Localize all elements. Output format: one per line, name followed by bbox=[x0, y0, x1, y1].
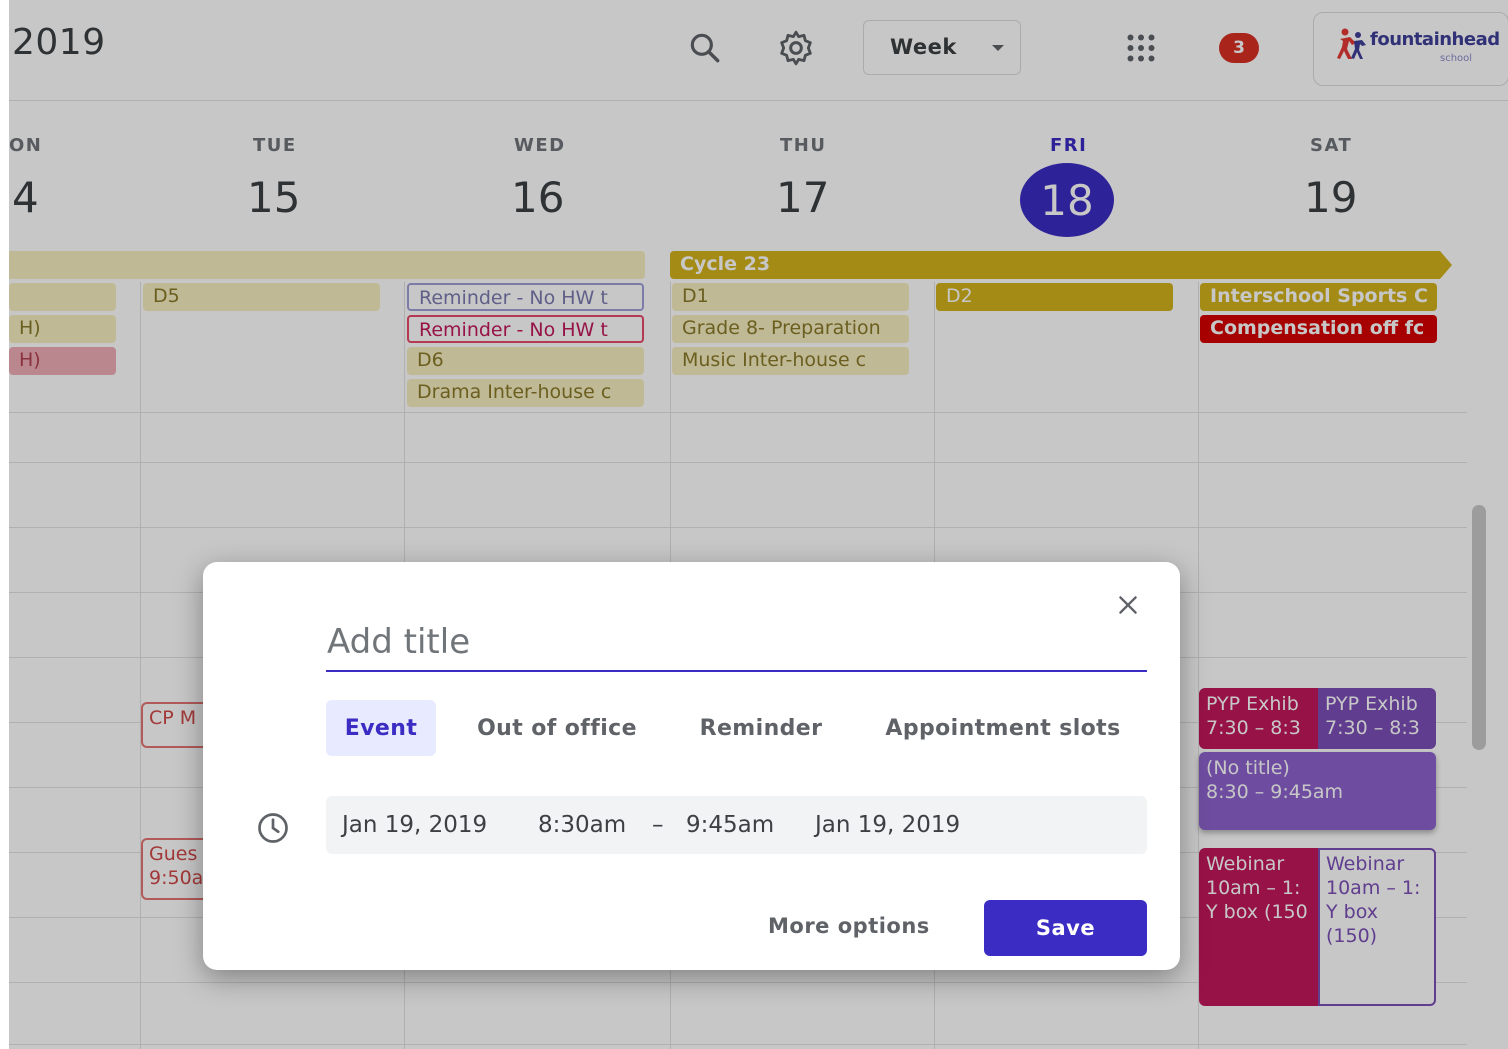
more-options-button[interactable]: More options bbox=[768, 914, 930, 938]
start-date-field[interactable]: Jan 19, 2019 bbox=[342, 812, 487, 838]
event-title-input[interactable] bbox=[326, 614, 1147, 672]
time-range-separator: – bbox=[652, 812, 664, 838]
save-button[interactable]: Save bbox=[984, 900, 1147, 956]
clock-icon bbox=[258, 813, 288, 843]
tab-reminder[interactable]: Reminder bbox=[681, 700, 841, 756]
tab-out-of-office[interactable]: Out of office bbox=[456, 700, 658, 756]
start-time-field[interactable]: 8:30am bbox=[538, 812, 626, 838]
tab-event[interactable]: Event bbox=[326, 700, 436, 756]
tab-appointment-slots[interactable]: Appointment slots bbox=[865, 700, 1141, 756]
left-edge bbox=[0, 0, 9, 1049]
quick-create-dialog: Event Out of office Reminder Appointment… bbox=[203, 562, 1180, 970]
end-time-field[interactable]: 9:45am bbox=[686, 812, 774, 838]
date-time-row: Jan 19, 2019 8:30am – 9:45am Jan 19, 201… bbox=[326, 796, 1147, 854]
end-date-field[interactable]: Jan 19, 2019 bbox=[815, 812, 960, 838]
